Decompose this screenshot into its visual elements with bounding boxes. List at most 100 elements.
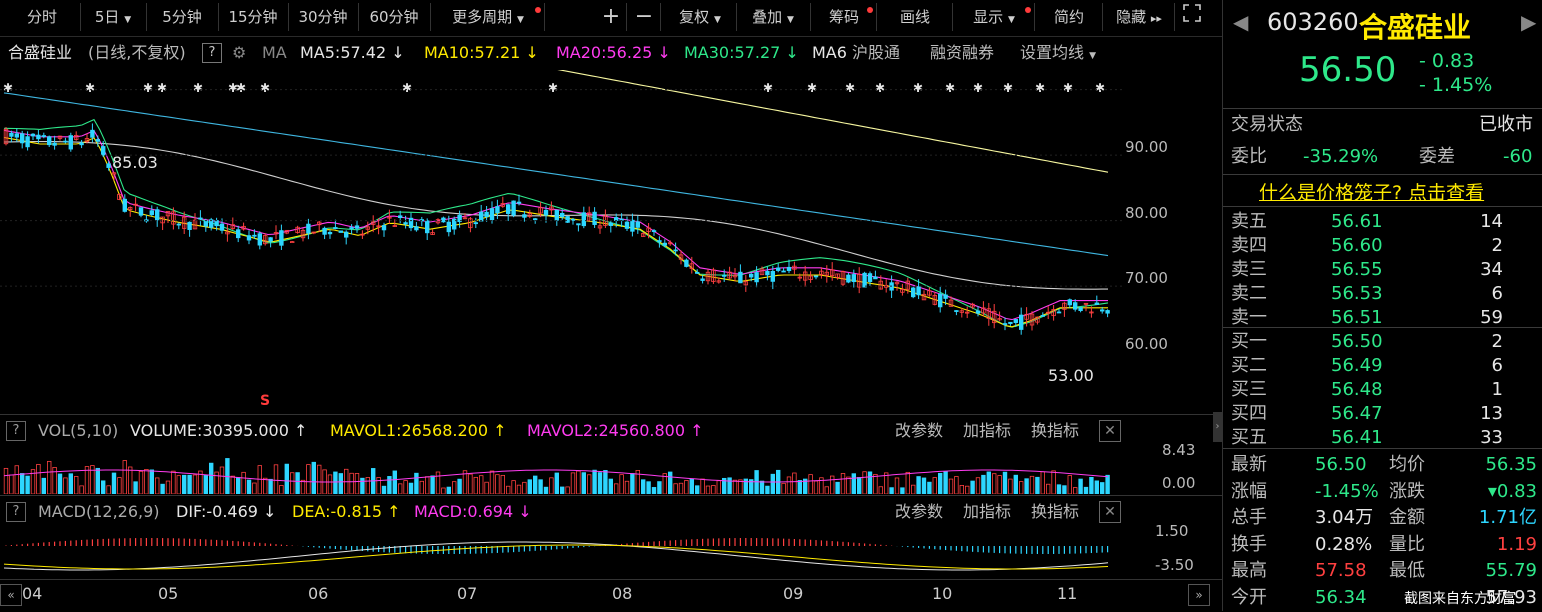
kline-chart[interactable]: ✱ ✱ ✱ ✱ ✱ ✱✱ ✱ ✱ ✱ ✱ ✱ ✱ ✱ ✱ ✱ ✱ ✱ ✱ ✱ ✱ — [0, 70, 1122, 412]
weibi-row: 委比 -35.29% 委差 -60 — [1223, 144, 1542, 170]
chart-mode: (日线,不复权) — [88, 43, 186, 62]
prev-stock-icon[interactable]: ◀ — [1233, 10, 1248, 34]
candle-body — [36, 134, 41, 140]
next-stock-icon[interactable]: ▶ — [1521, 10, 1536, 34]
macd-chart[interactable] — [0, 528, 1122, 578]
chip-label: 筹码 — [828, 8, 859, 26]
tab-fenshi[interactable]: 分时 — [4, 3, 81, 31]
orderbook-level-label: 买一 — [1231, 331, 1267, 352]
help-icon[interactable]: ? — [202, 43, 222, 63]
orderbook-price: 56.61 — [1331, 211, 1383, 232]
fullscreen-icon[interactable] — [1178, 3, 1206, 31]
candle-body — [657, 240, 662, 243]
switch-indicator-button[interactable]: 换指标 — [1031, 415, 1079, 447]
draw-line-button[interactable]: 画线 — [878, 3, 953, 31]
volume-bar — [3, 467, 9, 494]
display-button[interactable]: 显示 ▼ — [954, 3, 1035, 31]
hgt-link[interactable]: 沪股通 — [852, 38, 900, 68]
candle-body — [592, 211, 597, 225]
month-tick: 10 — [932, 584, 953, 603]
simple-button[interactable]: 简约 — [1036, 3, 1103, 31]
set-ma-button[interactable]: 设置均线 ▼ — [1020, 38, 1096, 71]
candle-body — [975, 310, 981, 314]
volume-bar — [511, 480, 516, 494]
switch-indicator-button[interactable]: 换指标 — [1031, 496, 1079, 528]
volume-bar — [9, 474, 14, 494]
zoom-out-button[interactable]: − — [628, 3, 661, 31]
candle-body — [576, 223, 581, 226]
orderbook-level-label: 卖三 — [1231, 259, 1267, 280]
volume-bar — [954, 476, 959, 494]
fuquan-label: 复权 — [679, 8, 710, 26]
volume-bar — [603, 470, 608, 494]
volume-bar — [1073, 487, 1078, 494]
tab-5day-label: 5日 — [94, 8, 120, 26]
candle-body — [95, 139, 100, 142]
overlay-button[interactable]: 叠加 ▼ — [736, 3, 811, 31]
chip-button[interactable]: 筹码 — [812, 3, 877, 31]
close-icon[interactable]: ✕ — [1099, 420, 1121, 442]
divider — [1223, 108, 1542, 109]
candle-body — [68, 135, 73, 150]
volume-bar — [624, 480, 630, 494]
event-marker-icon: ✱ — [157, 81, 167, 95]
change-params-button[interactable]: 改参数 — [895, 496, 943, 528]
volume-bar — [262, 477, 268, 494]
volume-bar — [673, 483, 678, 494]
volume-bar — [894, 477, 900, 494]
ma-label: MA — [262, 43, 287, 62]
gear-icon[interactable]: ⚙ — [232, 38, 246, 68]
tab-5day[interactable]: 5日 ▼ — [80, 3, 147, 31]
volume-bar — [381, 485, 387, 494]
month-tick: 06 — [308, 584, 329, 603]
tab-5min[interactable]: 5分钟 — [146, 3, 219, 31]
stock-name: 合盛硅业 — [1359, 11, 1472, 44]
sell-level-row: 卖二 56.53 6 — [1223, 281, 1542, 307]
chevron-down-icon: ▼ — [516, 15, 524, 25]
volume-bar — [1100, 482, 1105, 494]
zoom-in-button[interactable]: + — [596, 3, 627, 31]
volume-bar — [997, 475, 1002, 494]
candle-body — [630, 219, 635, 232]
dea-line — [3, 544, 1109, 570]
stat-label: 最低 — [1389, 560, 1425, 581]
event-marker-icon: ✱ — [143, 81, 153, 95]
candle-body — [9, 132, 14, 137]
candle-body — [781, 270, 786, 273]
fuquan-button[interactable]: 复权 ▼ — [664, 3, 737, 31]
tab-30min[interactable]: 30分钟 — [288, 3, 359, 31]
volume-bar — [68, 473, 73, 494]
scroll-right-icon[interactable]: » — [1188, 584, 1210, 606]
volume-bar — [387, 476, 392, 494]
month-tick: 09 — [783, 584, 804, 603]
volume-bar — [187, 474, 192, 494]
volume-bar — [457, 478, 462, 494]
tab-60min[interactable]: 60分钟 — [358, 3, 431, 31]
close-icon[interactable]: ✕ — [1099, 501, 1121, 523]
scroll-left-icon[interactable]: « — [0, 584, 22, 606]
candle-body — [473, 222, 478, 225]
tab-15min[interactable]: 15分钟 — [218, 3, 289, 31]
collapse-panel-handle[interactable]: › — [1213, 412, 1222, 442]
quote-panel: ◀ 603260 合盛硅业 ▶ 56.50 - 0.83 - 1.45% 交易状… — [1222, 0, 1542, 611]
price-cage-link[interactable]: 什么是价格笼子? 点击查看 — [1259, 178, 1484, 205]
help-icon[interactable]: ? — [6, 502, 26, 522]
volume-bar — [597, 472, 603, 494]
volume-bar — [235, 477, 241, 494]
volume-bar — [106, 485, 111, 494]
weibi-value-text: -35.29% — [1303, 146, 1379, 167]
orderbook-level-label: 买二 — [1231, 355, 1267, 376]
add-indicator-button[interactable]: 加指标 — [963, 496, 1011, 528]
volume-bar — [306, 464, 311, 494]
change-params-button[interactable]: 改参数 — [895, 415, 943, 447]
candle-body — [30, 133, 36, 137]
candle-body — [813, 275, 819, 278]
stat-value: 56.35 — [1485, 454, 1537, 475]
rzrq-link[interactable]: 融资融券 — [930, 38, 994, 68]
tab-more-periods[interactable]: 更多周期 ▼ — [432, 3, 545, 31]
volume-chart[interactable] — [0, 446, 1122, 494]
add-indicator-button[interactable]: 加指标 — [963, 415, 1011, 447]
help-icon[interactable]: ? — [6, 421, 26, 441]
candle-body — [14, 133, 19, 138]
hide-button[interactable]: 隐藏 ▸▸ — [1104, 3, 1175, 31]
